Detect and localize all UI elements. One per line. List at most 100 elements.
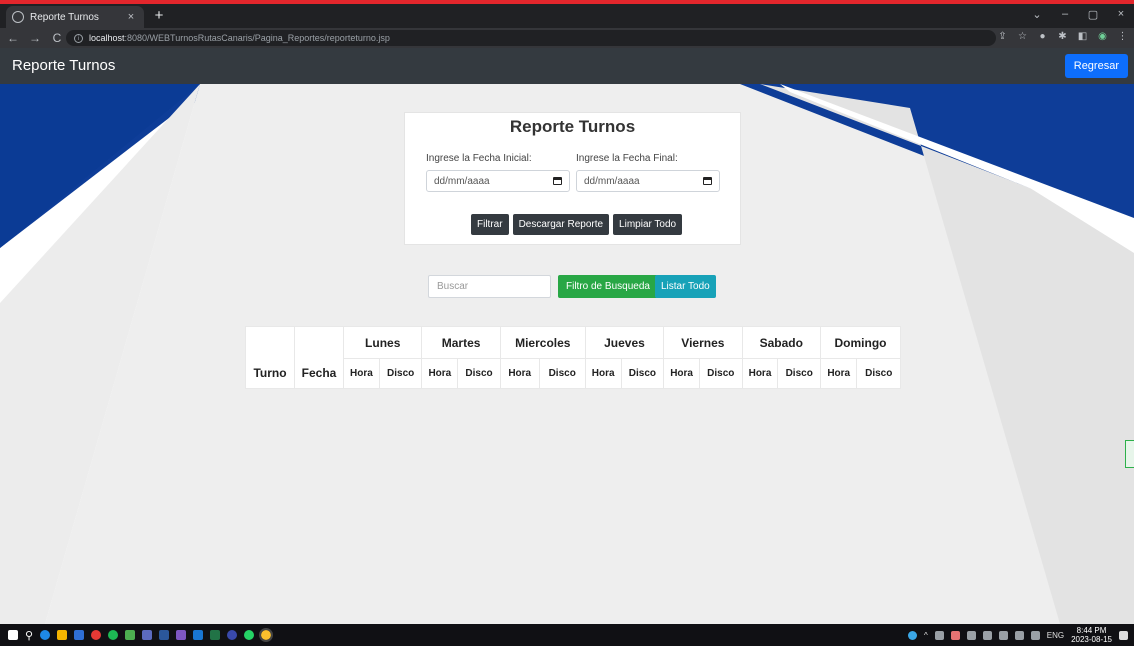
sub-header-disco: Disco	[457, 358, 501, 389]
globe-icon	[12, 11, 24, 23]
address-bar[interactable]: i localhost:8080/WEBTurnosRutasCanaris/P…	[66, 30, 996, 46]
opera-icon[interactable]	[91, 630, 102, 640]
word-icon[interactable]	[159, 630, 170, 640]
side-widget-tab[interactable]	[1125, 440, 1134, 468]
calendar-icon[interactable]	[703, 177, 712, 185]
back-arrow-icon[interactable]: ←	[4, 31, 22, 45]
speaker-icon[interactable]	[1030, 630, 1040, 640]
search-placeholder: Buscar	[437, 281, 469, 292]
sidepanel-icon[interactable]: ◧	[1077, 31, 1088, 42]
sub-header-disco: Disco	[378, 358, 423, 389]
clock-date: 2023-08-15	[1071, 635, 1112, 644]
limpiar-todo-button[interactable]: Limpiar Todo	[613, 214, 683, 235]
filtrar-button[interactable]: Filtrar	[471, 214, 509, 235]
file-explorer-icon[interactable]	[57, 630, 68, 640]
table-header-row-days: Turno Fecha Lunes Martes Miercoles Jueve…	[245, 326, 902, 389]
sub-header-disco: Disco	[856, 358, 901, 389]
mail-icon[interactable]	[74, 630, 85, 640]
tab-close-icon[interactable]: ×	[124, 11, 138, 23]
regresar-button[interactable]: Regresar	[1064, 54, 1128, 78]
clock[interactable]: 8:44 PM 2023-08-15	[1071, 626, 1112, 644]
sub-header-hora: Hora	[819, 358, 858, 389]
system-tray: ^ ENG 8:44 PM 2023-08-15	[907, 624, 1128, 646]
sub-header-hora: Hora	[663, 358, 701, 389]
app-icon[interactable]	[227, 630, 238, 640]
calendar-icon[interactable]	[553, 177, 562, 185]
tab-title: Reporte Turnos	[30, 11, 99, 23]
tray-app-icon[interactable]	[966, 630, 976, 640]
col-header-day: Jueves	[584, 326, 665, 359]
reload-icon[interactable]: C	[48, 31, 66, 45]
descargar-reporte-button[interactable]: Descargar Reporte	[512, 214, 610, 235]
app-icon[interactable]	[125, 630, 136, 640]
col-header-day: Sabado	[741, 326, 821, 359]
url-path: :8080/WEBTurnosRutasCanaris/Pagina_Repor…	[124, 33, 390, 43]
profile-avatar-icon[interactable]: ◉	[1097, 31, 1108, 42]
edge-icon[interactable]	[40, 630, 51, 640]
minimize-button[interactable]: –	[1058, 8, 1072, 21]
share-icon[interactable]: ⇪	[997, 31, 1008, 42]
maximize-button[interactable]: ▢	[1086, 8, 1100, 21]
whatsapp-icon[interactable]	[244, 630, 255, 640]
app-icon[interactable]	[142, 630, 153, 640]
sub-header-hora: Hora	[584, 358, 622, 389]
sub-header-disco: Disco	[538, 358, 586, 389]
language-indicator[interactable]: ENG	[1047, 631, 1064, 640]
clock-time: 8:44 PM	[1076, 626, 1107, 635]
end-date-input[interactable]: dd/mm/aaaa	[576, 170, 720, 192]
navbar-brand[interactable]: Reporte Turnos	[12, 57, 115, 74]
col-header-day: Martes	[421, 326, 501, 359]
network-icon[interactable]	[998, 630, 1008, 640]
col-header-fecha: Fecha	[294, 326, 344, 389]
zoom-icon[interactable]	[193, 630, 204, 640]
start-date-placeholder: dd/mm/aaaa	[434, 175, 490, 187]
filter-card: Reporte Turnos Ingrese la Fecha Inicial:…	[404, 112, 741, 245]
tab-strip: Reporte Turnos × + ⌄ – ▢ ×	[0, 4, 1134, 28]
page-viewport: Reporte Turnos Regresar Reporte Turnos I…	[0, 48, 1134, 624]
search-input[interactable]: Buscar	[428, 275, 551, 298]
table-header-row-sub: Hora Disco Hora Disco Hora Disco Hora Di…	[246, 358, 901, 389]
tray-app-icon[interactable]	[982, 630, 992, 640]
col-header-day: Miercoles	[499, 326, 586, 359]
tray-app-icon[interactable]	[950, 630, 960, 640]
url-host: localhost	[89, 33, 125, 43]
site-info-icon[interactable]: i	[74, 33, 83, 43]
forward-arrow-icon[interactable]: →	[26, 31, 44, 45]
sub-header-disco: Disco	[620, 358, 665, 389]
sub-header-hora: Hora	[421, 358, 459, 389]
start-date-label: Ingrese la Fecha Inicial:	[426, 153, 532, 164]
search-icon[interactable]: ⚲	[25, 629, 33, 642]
pen-icon[interactable]	[1014, 630, 1024, 640]
volume-icon[interactable]	[934, 630, 944, 640]
extensions-puzzle-icon[interactable]: ✱	[1057, 31, 1068, 42]
app-icon[interactable]	[176, 630, 187, 640]
new-tab-button[interactable]: +	[150, 7, 168, 25]
window-controls: ⌄ – ▢ ×	[1030, 8, 1128, 21]
chrome-icon[interactable]	[259, 628, 274, 642]
sub-header-hora: Hora	[499, 358, 540, 389]
weather-icon[interactable]	[907, 630, 917, 640]
extension-icons: ⇪ ☆ ● ✱ ◧ ◉ ⋮	[997, 31, 1128, 42]
sub-header-disco: Disco	[777, 358, 821, 389]
menu-kebab-icon[interactable]: ⋮	[1117, 31, 1128, 42]
spotify-icon[interactable]	[108, 630, 119, 640]
os-taskbar: ⚲ ^ ENG 8:44 PM 2023-08-15	[0, 624, 1134, 646]
close-window-button[interactable]: ×	[1114, 8, 1128, 21]
tab-reporte-turnos[interactable]: Reporte Turnos ×	[6, 6, 144, 28]
notification-icon[interactable]	[1119, 630, 1128, 640]
end-date-label: Ingrese la Fecha Final:	[576, 153, 678, 164]
col-header-day: Lunes	[342, 326, 423, 359]
listar-todo-button[interactable]: Listar Todo	[655, 275, 716, 298]
chevron-up-icon[interactable]: ^	[924, 631, 928, 640]
card-title: Reporte Turnos	[509, 117, 636, 136]
sub-header-hora: Hora	[741, 358, 779, 389]
col-header-turno: Turno	[245, 326, 295, 389]
windows-start-icon[interactable]	[8, 630, 18, 640]
extension-icon[interactable]: ●	[1037, 31, 1048, 42]
start-date-input[interactable]: dd/mm/aaaa	[426, 170, 570, 192]
excel-icon[interactable]	[210, 630, 221, 640]
filtro-busqueda-button[interactable]: Filtro de Busqueda	[558, 275, 658, 298]
bookmark-star-icon[interactable]: ☆	[1017, 31, 1028, 42]
browser-toolbar: ← → C i localhost:8080/WEBTurnosRutasCan…	[0, 28, 1134, 48]
tab-search-icon[interactable]: ⌄	[1030, 8, 1044, 21]
